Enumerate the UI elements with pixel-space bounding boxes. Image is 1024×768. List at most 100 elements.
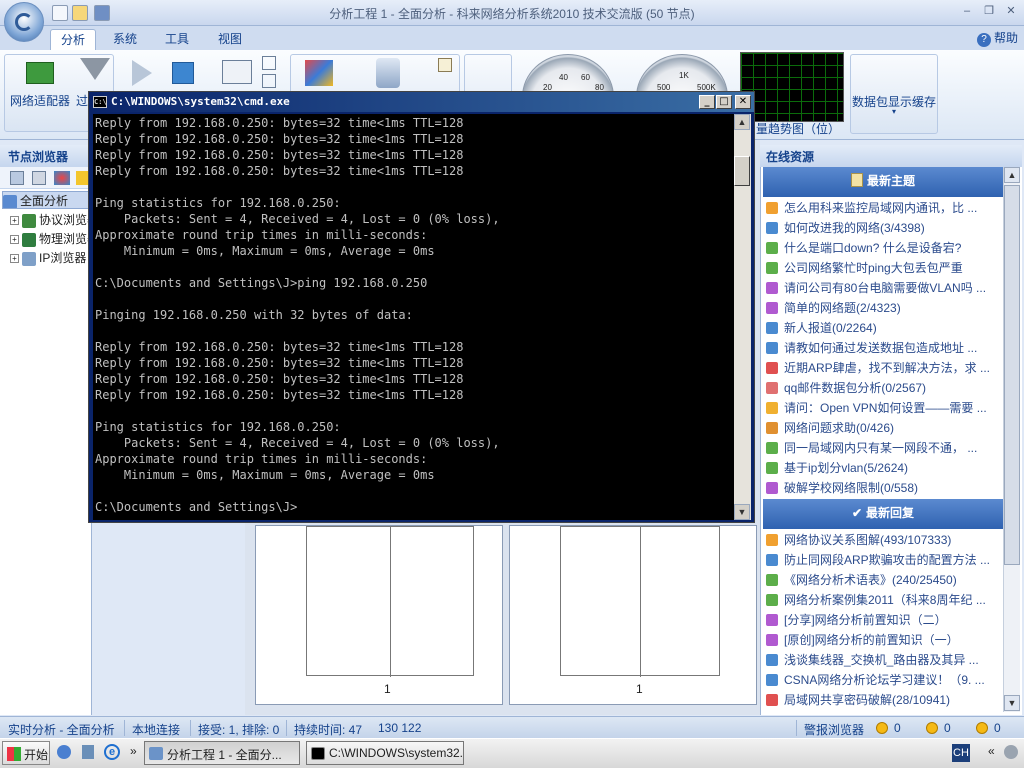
restore-icon[interactable]: ❐ <box>982 4 996 18</box>
expand-icon[interactable]: + <box>10 235 19 245</box>
alarm-count-1[interactable]: 0 <box>876 721 901 735</box>
cmd-close-button[interactable]: ✕ <box>735 95 751 109</box>
tree-item-full-analysis[interactable]: 全面分析 <box>2 191 90 209</box>
topic-link[interactable]: 新人报道(0/2264) <box>766 318 1002 338</box>
tab-system[interactable]: 系统 <box>103 29 147 50</box>
online-resources-title: 在线资源 <box>760 145 1022 167</box>
expand-icon[interactable]: + <box>10 254 19 264</box>
topic-link[interactable]: 请问公司有80台电脑需要做VLAN吗 ... <box>766 278 1002 298</box>
save-icon[interactable] <box>94 5 110 21</box>
filter-node-icon[interactable] <box>32 171 46 185</box>
database-icon[interactable] <box>376 58 400 88</box>
post-icon <box>766 554 778 566</box>
cmd-minimize-button[interactable]: _ <box>699 95 715 109</box>
minimize-icon[interactable]: – <box>960 4 974 18</box>
node-group-icon[interactable] <box>54 171 70 185</box>
cmd-maximize-button[interactable]: □ <box>716 95 732 109</box>
taskbar-item-analyzer[interactable]: 分析工程 1 - 全面分... <box>144 741 300 765</box>
post-icon <box>766 694 778 706</box>
edit-icon[interactable] <box>438 58 452 72</box>
post-icon <box>766 202 778 214</box>
expand-icon[interactable]: + <box>10 216 19 226</box>
open-folder-icon[interactable] <box>72 5 88 21</box>
help-button[interactable]: ? 帮助 <box>976 29 1018 47</box>
divider <box>190 720 191 736</box>
alarm-count-3[interactable]: 0 <box>976 721 1001 735</box>
input-method-indicator[interactable]: CH <box>952 744 970 762</box>
view-layout-icon[interactable] <box>222 60 252 84</box>
traffic-trend-label: 量趋势图（位） <box>756 122 841 136</box>
tree-item-ip[interactable]: + IP浏览器 <box>10 249 98 267</box>
alarm-count-2[interactable]: 0 <box>926 721 951 735</box>
reply-link[interactable]: 防止同网段ARP欺骗攻击的配置方法 ... <box>766 550 1002 570</box>
topic-link[interactable]: 公司网络繁忙时ping大包丢包严重 <box>766 258 1002 278</box>
internet-explorer-icon[interactable]: e <box>104 744 120 760</box>
cmd-title-bar[interactable]: C:\ C:\WINDOWS\system32\cmd.exe _ □ ✕ <box>89 92 754 112</box>
quicklaunch-overflow-icon[interactable]: » <box>130 744 137 758</box>
reply-link[interactable]: 《网络分析术语表》(240/25450) <box>766 570 1002 590</box>
tree-view-icon[interactable] <box>262 56 276 70</box>
reply-link[interactable]: 网络协议关系图解(493/107333) <box>766 530 1002 550</box>
topic-link[interactable]: 如何改进我的网络(3/4398) <box>766 218 1002 238</box>
network-adapter-button[interactable]: 网络适配器 <box>10 92 70 109</box>
topic-link[interactable]: qq邮件数据包分析(0/2567) <box>766 378 1002 398</box>
post-title: 网络分析案例集2011（科来8周年纪 ... <box>784 593 986 607</box>
tab-view[interactable]: 视图 <box>208 29 252 50</box>
alarm-browser-button[interactable]: 警报浏览器 <box>804 721 864 738</box>
reply-link[interactable]: 局域网共享密码破解(28/10941) <box>766 690 1002 710</box>
close-icon[interactable]: ✕ <box>1004 4 1018 18</box>
list-view-icon[interactable] <box>262 74 276 88</box>
resources-scrollbar[interactable]: ▲ ▼ <box>1003 167 1020 712</box>
tab-analysis[interactable]: 分析 <box>50 29 97 50</box>
start-button[interactable]: 开始 <box>2 741 50 765</box>
stop-capture-icon[interactable] <box>172 62 194 84</box>
packet-cache-button[interactable]: 数据包显示缓存 ▾ <box>850 54 938 134</box>
topic-link[interactable]: 怎么用科来监控局域网内通讯，比 ... <box>766 198 1002 218</box>
tray-expand-icon[interactable]: « <box>988 744 995 758</box>
checkmark-icon: ✔ <box>851 506 863 520</box>
reply-link[interactable]: CSNA网络分析论坛学习建议！（9. ... <box>766 670 1002 690</box>
topic-link[interactable]: 近期ARP肆虐，找不到解决方法，求 ... <box>766 358 1002 378</box>
taskbar-item-cmd[interactable]: C:\WINDOWS\system32... <box>306 741 464 765</box>
topic-link[interactable]: 请教如何通过发送数据包造成地址 ... <box>766 338 1002 358</box>
app-launch-icon[interactable] <box>82 745 94 759</box>
scroll-down-icon[interactable]: ▼ <box>734 504 750 520</box>
console-output[interactable]: Reply from 192.168.0.250: bytes=32 time<… <box>93 114 734 520</box>
network-adapter-icon <box>26 62 54 84</box>
scroll-down-icon[interactable]: ▼ <box>1004 695 1020 711</box>
topic-link[interactable]: 同一局域网内只有某一网段不通， ... <box>766 438 1002 458</box>
tree-item-protocol[interactable]: + 协议浏览器 <box>10 211 98 229</box>
topic-link[interactable]: 简单的网络题(2/4323) <box>766 298 1002 318</box>
start-capture-icon[interactable] <box>132 60 152 86</box>
topic-link[interactable]: 请问：Open VPN如何设置——需要 ... <box>766 398 1002 418</box>
topic-link[interactable]: 基于ip划分vlan(5/2624) <box>766 458 1002 478</box>
alarm-count-value: 0 <box>894 721 901 735</box>
reply-link[interactable]: 网络分析案例集2011（科来8周年纪 ... <box>766 590 1002 610</box>
windows-logo-icon <box>7 747 21 761</box>
filter-icon[interactable] <box>80 58 110 80</box>
tab-tools[interactable]: 工具 <box>155 29 199 50</box>
topic-link[interactable]: 什么是端口down? 什么是设备宕? <box>766 238 1002 258</box>
tree-item-physical[interactable]: + 物理浏览器 <box>10 230 98 248</box>
topic-link[interactable]: 破解学校网络限制(0/558) <box>766 478 1002 498</box>
app-menu-button[interactable] <box>4 2 44 42</box>
post-icon <box>766 282 778 294</box>
chart-frame <box>306 526 474 677</box>
cmd-icon: C:\ <box>93 96 107 108</box>
show-desktop-icon[interactable] <box>57 745 71 759</box>
scroll-up-icon[interactable]: ▲ <box>1004 167 1020 183</box>
add-node-icon[interactable] <box>10 171 24 185</box>
scroll-thumb[interactable] <box>734 156 750 186</box>
topic-link[interactable]: 网络问题求助(0/426) <box>766 418 1002 438</box>
reply-link[interactable]: 浅谈集线器_交换机_路由器及其异 ... <box>766 650 1002 670</box>
scroll-thumb[interactable] <box>1004 185 1020 565</box>
filter-button[interactable]: 过 <box>76 92 88 109</box>
reply-link[interactable]: [分享]网络分析前置知识（二） <box>766 610 1002 630</box>
node-browser-title: 节点浏览器 <box>0 145 92 167</box>
new-file-icon[interactable] <box>52 5 68 21</box>
cmd-scrollbar[interactable]: ▲ ▼ <box>734 114 751 520</box>
scroll-up-icon[interactable]: ▲ <box>734 114 750 130</box>
reply-link[interactable]: [原创]网络分析的前置知识（一） <box>766 630 1002 650</box>
volume-icon[interactable] <box>1004 745 1018 759</box>
protocol-tool-icon[interactable] <box>305 60 333 86</box>
